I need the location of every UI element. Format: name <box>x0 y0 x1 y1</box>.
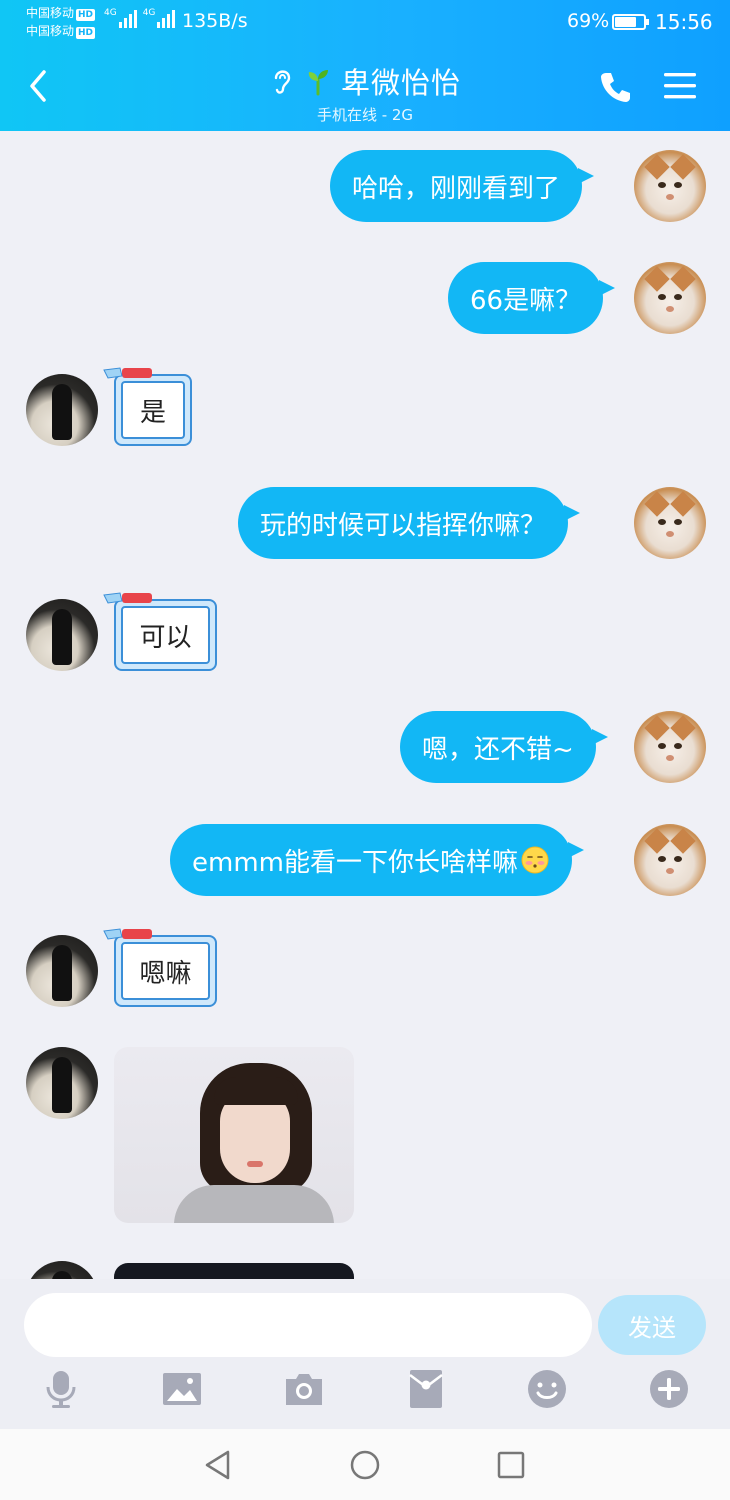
avatar-self[interactable] <box>634 711 706 783</box>
send-button[interactable]: 发送 <box>598 1295 706 1355</box>
carrier-2: 中国移动 <box>26 24 75 38</box>
call-button[interactable] <box>598 69 634 105</box>
battery-icon <box>612 14 649 30</box>
input-bar: 发送 <box>0 1279 730 1429</box>
signal-icons: 4G 4G <box>104 8 176 28</box>
clock: 15:56 <box>655 10 713 34</box>
system-nav-bar <box>0 1429 730 1500</box>
emoji-button[interactable] <box>525 1367 569 1411</box>
chat-header: 中国移动 HD 中国移动 HD 4G 4G 135B/s 69% 15:56 卑… <box>0 0 730 131</box>
triangle-back-icon <box>205 1450 230 1480</box>
message-bubble-incoming[interactable]: 嗯嘛 <box>103 928 217 1007</box>
online-status: 手机在线 - 2G <box>316 106 414 124</box>
menu-button[interactable] <box>662 68 698 104</box>
avatar-contact[interactable] <box>26 1261 98 1279</box>
message-bubble-outgoing[interactable]: emmm能看一下你长啥样嘛 <box>170 824 584 896</box>
bubble-tag-icon <box>103 367 152 379</box>
camera-button[interactable] <box>282 1367 326 1411</box>
network-speed: 135B/s <box>182 10 248 32</box>
microphone-icon <box>46 1371 76 1408</box>
signal-icon: 4G <box>143 8 176 28</box>
network-type-4g: 4G <box>142 8 156 18</box>
camera-icon <box>286 1374 322 1405</box>
message-text: 可以 <box>121 606 210 664</box>
bubble-tag-icon <box>103 592 152 604</box>
avatar-self[interactable] <box>634 487 706 559</box>
phone-icon <box>601 73 630 102</box>
ear-icon <box>274 70 291 94</box>
circle-home-icon <box>350 1450 380 1480</box>
message-text: emmm能看一下你长啥样嘛 <box>192 847 518 878</box>
red-packet-button[interactable] <box>404 1367 448 1411</box>
carrier-info: 中国移动 HD 中国移动 HD <box>26 4 96 40</box>
nav-back-button[interactable] <box>200 1447 236 1483</box>
bubble-tag-icon <box>103 928 152 940</box>
nav-recents-button[interactable] <box>493 1447 529 1483</box>
message-bubble-outgoing[interactable]: 嗯，还不错~ <box>400 711 608 783</box>
image-icon <box>163 1373 201 1405</box>
carrier-1: 中国移动 <box>26 6 75 20</box>
message-bubble-outgoing[interactable]: 玩的时候可以指挥你嘛？ <box>238 487 581 559</box>
avatar-contact[interactable] <box>26 599 98 671</box>
message-image-portrait[interactable] <box>114 1047 354 1223</box>
plus-icon <box>650 1370 688 1408</box>
message-bubble-outgoing[interactable]: 66是嘛？ <box>448 262 616 334</box>
message-bubble-outgoing[interactable]: 哈哈，刚刚看到了 <box>330 150 595 222</box>
chevron-left-icon <box>30 70 46 102</box>
battery-percent: 69% <box>567 10 610 32</box>
hd-badge: HD <box>76 27 96 39</box>
message-input[interactable] <box>24 1293 592 1357</box>
hd-badge: HD <box>76 9 96 21</box>
avatar-self[interactable] <box>634 150 706 222</box>
network-type-4g: 4G <box>104 8 117 18</box>
avatar-contact[interactable] <box>26 935 98 1007</box>
avatar-contact[interactable] <box>26 374 98 446</box>
nav-home-button[interactable] <box>347 1447 383 1483</box>
message-image-dark[interactable] <box>114 1263 354 1279</box>
message-bubble-incoming[interactable]: 可以 <box>103 592 217 671</box>
message-list[interactable]: 哈哈，刚刚看到了 66是嘛？ 是 玩的时候可以指挥你嘛？ 可以 嗯，还不错~ e… <box>0 131 730 1279</box>
sprout-icon <box>308 70 328 96</box>
status-bar: 中国移动 HD 中国移动 HD 4G 4G 135B/s 69% 15:56 <box>0 0 730 46</box>
avatar-self[interactable] <box>634 262 706 334</box>
square-recents-icon <box>497 1451 525 1479</box>
message-bubble-incoming[interactable]: 是 <box>103 367 192 446</box>
chat-title-area[interactable]: 卑微怡怡 手机在线 - 2G <box>230 60 500 125</box>
chat-title: 卑微怡怡 <box>340 66 461 100</box>
smiley-icon <box>528 1370 566 1408</box>
hamburger-menu-icon <box>664 73 696 99</box>
voice-button[interactable] <box>39 1367 83 1411</box>
avatar-self[interactable] <box>634 824 706 896</box>
more-button[interactable] <box>647 1367 691 1411</box>
message-text: 嗯嘛 <box>121 942 210 1000</box>
image-button[interactable] <box>160 1367 204 1411</box>
avatar-contact[interactable] <box>26 1047 98 1119</box>
message-text: 是 <box>121 381 185 439</box>
blushing-emoji-icon <box>521 846 549 874</box>
red-packet-icon <box>409 1370 443 1408</box>
signal-icon: 4G <box>104 8 137 28</box>
back-button[interactable] <box>24 66 56 106</box>
